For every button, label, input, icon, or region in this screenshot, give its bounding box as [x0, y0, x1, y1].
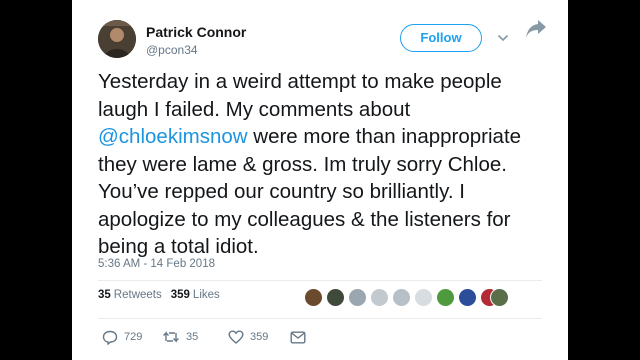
- liker-avatar[interactable]: [414, 288, 433, 307]
- liker-avatar[interactable]: [436, 288, 455, 307]
- liker-avatar[interactable]: [304, 288, 323, 307]
- retweet-icon: [163, 331, 179, 343]
- retweet-count: 35: [186, 331, 199, 343]
- retweets-stat[interactable]: 35 Retweets: [98, 289, 162, 301]
- mail-icon: [290, 331, 306, 344]
- liker-avatar[interactable]: [392, 288, 411, 307]
- mention-link[interactable]: @chloekimsnow: [98, 125, 248, 148]
- like-button[interactable]: 359: [228, 328, 268, 346]
- like-count: 359: [250, 331, 269, 343]
- divider: [98, 318, 542, 319]
- reply-button[interactable]: 729: [102, 328, 142, 346]
- liker-avatar[interactable]: [370, 288, 389, 307]
- divider: [98, 280, 542, 281]
- retweet-button[interactable]: 35: [162, 328, 198, 346]
- retweets-count: 35: [98, 289, 111, 301]
- engagement-stats: 35 Retweets 359 Likes: [98, 289, 229, 309]
- avatar[interactable]: [98, 20, 136, 58]
- caret-down-icon[interactable]: [497, 34, 509, 42]
- tweet-card: Patrick Connor @pcon34 Follow Yesterday …: [72, 0, 568, 360]
- liker-avatar[interactable]: [458, 288, 477, 307]
- likes-count: 359: [170, 289, 190, 301]
- reply-icon: [102, 330, 118, 346]
- display-name[interactable]: Patrick Connor: [146, 24, 246, 40]
- tweet-text: Yesterday in a weird attempt to make peo…: [98, 68, 550, 261]
- liker-avatar[interactable]: [490, 288, 509, 307]
- liker-avatar[interactable]: [326, 288, 345, 307]
- liker-avatar[interactable]: [348, 288, 367, 307]
- likes-stat[interactable]: 359 Likes: [171, 289, 220, 301]
- timestamp[interactable]: 5:36 AM - 14 Feb 2018: [98, 258, 215, 270]
- tweet-text-part: Yesterday in a weird attempt to make peo…: [98, 70, 502, 121]
- direct-message-button[interactable]: [290, 328, 312, 346]
- share-icon[interactable]: [524, 18, 548, 40]
- follow-button[interactable]: Follow: [400, 24, 482, 52]
- retweets-label: Retweets: [113, 289, 162, 301]
- reply-count: 729: [124, 331, 143, 343]
- likes-label: Likes: [192, 289, 220, 301]
- heart-icon: [228, 330, 244, 344]
- user-handle[interactable]: @pcon34: [146, 43, 198, 57]
